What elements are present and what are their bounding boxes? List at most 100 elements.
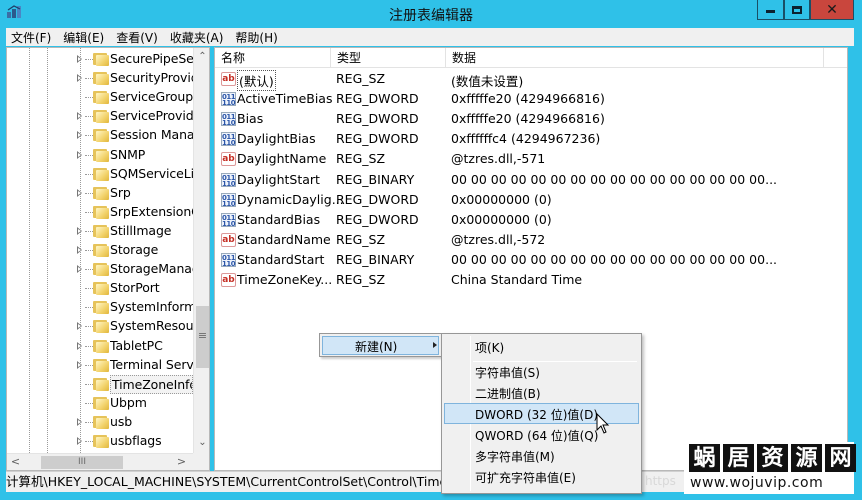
expand-arrow-icon[interactable] (77, 360, 84, 371)
value-row[interactable]: ab (默认) REG_SZ (数值未设置) (215, 69, 845, 91)
tree-item[interactable]: SrpExtensionCo (7, 203, 193, 222)
value-row[interactable]: ab StandardName REG_SZ @tzres.dll,-572 (215, 230, 845, 250)
tree-item[interactable]: Terminal Serve (7, 356, 193, 375)
tree-item[interactable]: StorPort (7, 279, 193, 298)
expand-arrow-icon[interactable] (77, 188, 84, 199)
menu-edit[interactable]: 编辑(E) (58, 29, 109, 46)
submenu-item-label: QWORD (64 位)值(Q) (475, 429, 599, 443)
tree-connector (85, 326, 93, 328)
value-type: REG_SZ (336, 272, 386, 287)
value-row[interactable]: ab DaylightName REG_SZ @tzres.dll,-571 (215, 149, 845, 169)
submenu-item-string-value[interactable]: 字符串值(S) (444, 361, 639, 382)
scroll-up-icon[interactable]: ⌃ (194, 48, 209, 65)
close-button[interactable]: ✕ (810, 0, 854, 20)
context-menu-new[interactable]: 新建(N) (322, 336, 439, 355)
submenu-item-binary-value[interactable]: 二进制值(B) (444, 382, 639, 403)
folder-icon (93, 262, 109, 277)
tree-connector (85, 402, 93, 404)
tree-horizontal-scrollbar[interactable]: < III > (7, 453, 193, 470)
tree-item[interactable]: StorageManag (7, 260, 193, 279)
vertical-scroll-thumb[interactable]: ≡ (196, 306, 209, 368)
column-header-data[interactable]: 数据 (446, 48, 824, 68)
tree-item[interactable]: Srp (7, 184, 193, 203)
expand-arrow-icon[interactable] (77, 417, 84, 428)
close-icon: ✕ (826, 1, 838, 18)
scroll-left-icon[interactable]: < (7, 454, 24, 470)
expand-arrow-icon[interactable] (77, 55, 84, 65)
tree-item[interactable]: TimeZoneInfor (7, 374, 193, 394)
value-row[interactable]: ab TimeZoneKey... REG_SZ China Standard Tim… (215, 270, 845, 290)
new-submenu: 项(K) 字符串值(S) 二进制值(B) DWORD (32 位)值(D) QW… (441, 333, 642, 494)
tree-item[interactable]: ServiceProvider (7, 107, 193, 126)
expand-arrow-icon[interactable] (77, 322, 84, 332)
submenu-item-label: 多字符串值(M) (475, 450, 555, 464)
expand-arrow-icon[interactable] (77, 131, 84, 141)
tree-item[interactable]: SecurePipeServ (7, 50, 193, 69)
maximize-button[interactable] (784, 0, 810, 20)
value-name: DynamicDaylig... (237, 191, 344, 207)
tree-item[interactable]: Storage (7, 241, 193, 260)
scroll-down-icon[interactable]: ⌄ (194, 434, 209, 451)
value-row[interactable]: 011 110 ActiveTimeBias REG_DWORD 0xfffffe20 … (215, 89, 845, 109)
binary-value-icon: 011 110 (221, 252, 236, 268)
context-menu: 新建(N) (319, 333, 442, 357)
menu-file[interactable]: 文件(F) (6, 29, 56, 46)
binary-value-icon: 011 110 (221, 212, 236, 228)
tree-connector (85, 135, 93, 137)
submenu-item-key[interactable]: 项(K) (444, 336, 639, 357)
tree-item[interactable]: usbflags (7, 432, 193, 451)
tree-item[interactable]: SystemResourc (7, 317, 193, 336)
binary-value-icon: 011 110 (221, 132, 236, 148)
tree-connector (85, 383, 93, 385)
value-name: (默认) (237, 70, 276, 91)
value-row[interactable]: 011 110 Bias REG_DWORD 0xfffffe20 (429496681… (215, 109, 845, 129)
column-header-type[interactable]: 类型 (331, 48, 446, 68)
value-name: DaylightName (237, 151, 327, 167)
expand-arrow-icon[interactable] (77, 265, 84, 275)
submenu-item-multi-string-value[interactable]: 多字符串值(M) (444, 445, 639, 466)
string-value-icon: ab (221, 72, 236, 86)
value-name: StandardBias (237, 211, 321, 227)
expand-arrow-icon[interactable] (77, 341, 84, 352)
expand-arrow-icon[interactable] (77, 246, 84, 256)
expand-arrow-icon[interactable] (77, 112, 84, 122)
value-data: @tzres.dll,-572 (451, 231, 546, 247)
folder-icon (93, 128, 109, 143)
tree-connector (85, 269, 93, 271)
tree-item[interactable]: SNMP (7, 146, 193, 165)
value-row[interactable]: 011 110 StandardStart REG_BINARY 00 00 00 00… (215, 250, 845, 270)
watermark-faint-text: https (645, 474, 676, 488)
tree-item[interactable]: SQMServiceList (7, 165, 193, 184)
tree-vertical-scrollbar[interactable]: ⌃ ≡ ⌄ (193, 48, 209, 453)
value-row[interactable]: 011 110 DaylightStart REG_BINARY 00 00 00 00… (215, 170, 845, 190)
expand-arrow-icon[interactable] (77, 437, 84, 447)
tree-item[interactable]: Ubpm (7, 394, 193, 413)
tree-item-label: TabletPC (110, 337, 163, 353)
tree-item-label: usbflags (110, 433, 162, 448)
tree-item[interactable]: Session Manag (7, 126, 193, 145)
registry-tree[interactable]: SecurePipeServ SecurityProvide ServiceGrou… (6, 47, 210, 471)
tree-item[interactable]: StillImage (7, 222, 193, 241)
submenu-item-label: 字符串值(S) (475, 366, 540, 380)
watermark-char: 网 (825, 444, 856, 472)
horizontal-scroll-thumb[interactable]: III (41, 456, 123, 469)
tree-item[interactable]: usb (7, 413, 193, 432)
tree-item[interactable]: SystemInforma (7, 298, 193, 317)
tree-item[interactable]: TabletPC (7, 337, 193, 356)
scroll-right-icon[interactable]: > (173, 454, 190, 470)
expand-arrow-icon[interactable] (77, 74, 84, 84)
value-data: 0xfffffe20 (4294966816) (451, 91, 605, 107)
expand-arrow-icon[interactable] (77, 226, 84, 237)
tree-item[interactable]: SecurityProvide (7, 69, 193, 88)
minimize-button[interactable] (757, 0, 784, 20)
submenu-item-expandable-string-value[interactable]: 可扩充字符串值(E) (444, 466, 639, 487)
menu-favorites[interactable]: 收藏夹(A) (165, 29, 229, 46)
column-header-name[interactable]: 名称 (215, 48, 331, 68)
tree-item[interactable]: ServiceGroupO (7, 88, 193, 107)
value-row[interactable]: 011 110 DynamicDaylig... REG_DWORD 0x0000000… (215, 190, 845, 210)
expand-arrow-icon[interactable] (77, 150, 84, 161)
menu-view[interactable]: 查看(V) (111, 29, 163, 46)
value-row[interactable]: 011 110 DaylightBias REG_DWORD 0xffffffc4 (4… (215, 129, 845, 149)
value-row[interactable]: 011 110 StandardBias REG_DWORD 0x00000000 (0… (215, 210, 845, 230)
menu-help[interactable]: 帮助(H) (230, 29, 282, 46)
